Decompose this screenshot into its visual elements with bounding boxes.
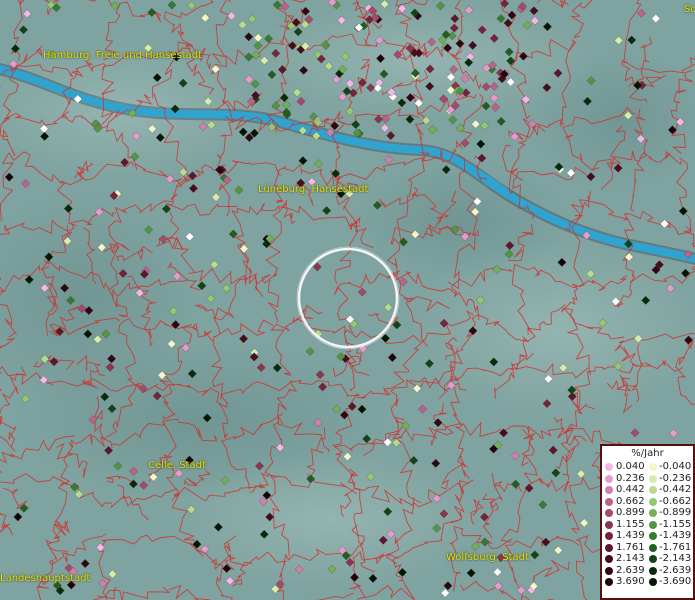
legend-row: 1.439 -1.439 <box>602 530 693 542</box>
legend-swatch-negative <box>649 497 657 506</box>
legend-row: 0.442 -0.442 <box>602 484 693 496</box>
legend-swatch-positive <box>605 532 613 540</box>
place-label-hamburg: Hamburg, Freie und Hansestadt <box>43 50 202 61</box>
legend-row: 0.040 -0.040 <box>602 461 693 473</box>
legend-swatch-negative <box>649 509 657 517</box>
legend-value-negative: -2.639 <box>659 564 692 576</box>
legend-swatch-positive <box>605 555 613 563</box>
legend-value-positive: 0.899 <box>616 507 645 518</box>
legend-row: 3.690 -3.690 <box>602 576 693 588</box>
legend-swatch-positive <box>605 486 613 494</box>
legend-value-negative: -0.040 <box>659 461 692 472</box>
legend-row: 0.662 -0.662 <box>602 496 693 508</box>
legend-value-positive: 3.690 <box>616 576 645 587</box>
legend-value-positive: 1.761 <box>616 541 645 553</box>
legend-swatch-negative <box>649 532 657 540</box>
legend-value-negative: -1.155 <box>659 518 692 530</box>
legend-swatch-negative <box>649 486 657 494</box>
legend-row: 2.639 -2.639 <box>602 565 693 577</box>
legend-swatch-positive <box>605 463 613 471</box>
map-legend: %/Jahr 0.040 -0.040 0.236 -0.236 0.442 -0.442… <box>600 444 695 600</box>
legend-value-positive: 0.040 <box>616 461 645 472</box>
place-label-wolfsburg: Wolfsburg, Stadt <box>446 552 529 563</box>
legend-value-negative: -0.236 <box>659 472 692 484</box>
legend-title: %/Jahr <box>631 448 664 459</box>
legend-value-negative: -0.662 <box>659 495 692 507</box>
legend-value-negative: -3.690 <box>659 576 692 587</box>
legend-value-positive: 0.236 <box>616 472 645 484</box>
legend-swatch-positive <box>605 578 613 586</box>
legend-value-negative: -2.143 <box>659 553 692 564</box>
legend-value-positive: 1.439 <box>616 530 645 541</box>
legend-value-negative: -1.761 <box>659 541 692 553</box>
legend-swatch-positive <box>605 520 613 529</box>
legend-row: 0.236 -0.236 <box>602 473 693 485</box>
legend-row: 1.761 -1.761 <box>602 542 693 554</box>
legend-swatch-positive <box>605 543 613 552</box>
legend-value-negative: -0.442 <box>659 484 692 495</box>
legend-swatch-positive <box>605 509 613 517</box>
map-canvas[interactable] <box>0 0 695 600</box>
place-label-landeshauptstadt: Landeshauptstadt <box>0 573 91 584</box>
legend-row: 1.155 -1.155 <box>602 519 693 531</box>
legend-swatch-positive <box>605 566 613 575</box>
legend-value-positive: 2.143 <box>616 553 645 564</box>
place-label-lueneburg: Lüneburg, Hansestadt <box>258 184 369 195</box>
legend-value-positive: 1.155 <box>616 518 645 530</box>
place-label-celle: Celle, Stadt <box>148 460 206 471</box>
legend-swatch-negative <box>649 555 657 563</box>
legend-rows: 0.040 -0.040 0.236 -0.236 0.442 -0.442 0.662 -0… <box>602 461 693 588</box>
legend-value-negative: -0.899 <box>659 507 692 518</box>
legend-swatch-positive <box>605 474 613 483</box>
map-view[interactable]: Hamburg, Freie und Hansestadt Lüneburg, … <box>0 0 695 600</box>
legend-swatch-negative <box>649 463 657 471</box>
legend-value-positive: 0.442 <box>616 484 645 495</box>
legend-value-positive: 0.662 <box>616 495 645 507</box>
legend-row: 0.899 -0.899 <box>602 507 693 519</box>
legend-row: 2.143 -2.143 <box>602 553 693 565</box>
legend-swatch-negative <box>649 520 657 529</box>
legend-swatch-negative <box>649 474 657 483</box>
legend-swatch-negative <box>649 543 657 552</box>
legend-swatch-negative <box>649 566 657 575</box>
legend-value-negative: -1.439 <box>659 530 692 541</box>
legend-swatch-positive <box>605 497 613 506</box>
place-label-edge: Sc <box>684 4 695 15</box>
legend-value-positive: 2.639 <box>616 564 645 576</box>
legend-swatch-negative <box>649 578 657 586</box>
